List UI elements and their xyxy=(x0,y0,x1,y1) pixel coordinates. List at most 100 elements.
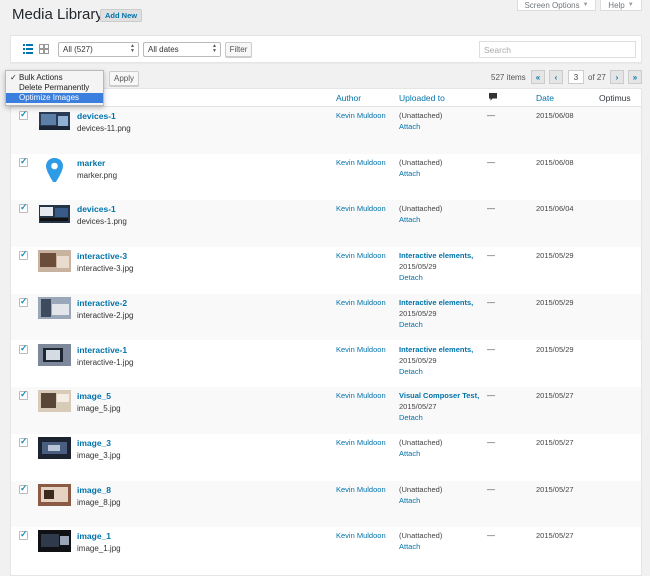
row-checkbox[interactable] xyxy=(19,529,28,541)
attach-link[interactable]: Attach xyxy=(399,215,420,224)
bulk-option-optimize-images[interactable]: Optimize Images xyxy=(6,93,103,103)
column-date[interactable]: Date xyxy=(536,93,554,103)
upload-date: 2015/05/29 xyxy=(536,297,574,307)
upload-date: 2015/06/08 xyxy=(536,157,574,167)
media-title-link[interactable]: marker xyxy=(77,158,105,168)
author-link[interactable]: Kevin Muldoon xyxy=(336,251,386,260)
thumbnail-image[interactable] xyxy=(38,203,71,225)
author-link[interactable]: Kevin Muldoon xyxy=(336,111,386,120)
grid-view-icon[interactable] xyxy=(39,44,49,54)
detach-link[interactable]: Detach xyxy=(399,413,423,422)
attach-link[interactable]: Attach xyxy=(399,542,420,551)
add-new-button[interactable]: Add New xyxy=(100,9,143,22)
marker-thumbnail-icon[interactable] xyxy=(38,154,71,182)
attach-link[interactable]: Attach xyxy=(399,449,420,458)
uploaded-to: (Unattached) xyxy=(399,157,443,167)
help-label: Help xyxy=(608,0,625,10)
author-link[interactable]: Kevin Muldoon xyxy=(336,391,386,400)
next-page-button[interactable]: › xyxy=(610,70,624,84)
uploaded-to: (Unattached) xyxy=(399,204,443,214)
comment-bubble-icon[interactable] xyxy=(489,93,497,101)
prev-page-button[interactable]: ‹ xyxy=(549,70,563,84)
row-checkbox[interactable] xyxy=(19,296,28,307)
bulk-option-bulk-actions[interactable]: ✓ Bulk Actions xyxy=(6,73,103,83)
column-uploaded-to[interactable]: Uploaded to xyxy=(399,93,445,103)
current-page-input[interactable]: 3 xyxy=(568,70,584,84)
author-link[interactable]: Kevin Muldoon xyxy=(336,345,386,354)
first-page-button[interactable]: « xyxy=(531,70,545,84)
row-checkbox[interactable] xyxy=(19,483,28,494)
row-checkbox[interactable] xyxy=(19,202,28,214)
media-title-link[interactable]: interactive-1 xyxy=(77,345,127,355)
items-count: 527 items xyxy=(491,73,526,82)
row-checkbox[interactable] xyxy=(19,249,28,261)
comment-count: — xyxy=(487,484,495,494)
author-link[interactable]: Kevin Muldoon xyxy=(336,158,386,167)
upload-date: 2015/06/04 xyxy=(536,204,574,214)
author-link[interactable]: Kevin Muldoon xyxy=(336,438,386,447)
media-type-select[interactable]: All (527) ▲ ▼ xyxy=(58,42,139,57)
screen-options-tab[interactable]: Screen Options ▼ xyxy=(517,0,596,11)
date-value: All dates xyxy=(148,45,179,54)
apply-button[interactable]: Apply xyxy=(109,71,139,86)
file-name: interactive-1.jpg xyxy=(77,357,134,367)
uploaded-date: 2015/05/27 xyxy=(399,402,437,412)
date-select[interactable]: All dates ▲ ▼ xyxy=(143,42,221,57)
upload-date: 2015/05/29 xyxy=(536,251,574,261)
media-toolbar: All (527) ▲ ▼ All dates ▲ ▼ Filter Search xyxy=(10,35,642,63)
row-checkbox[interactable] xyxy=(19,156,28,167)
row-checkbox[interactable] xyxy=(19,109,28,120)
thumbnail-image[interactable] xyxy=(38,390,71,413)
detach-link[interactable]: Detach xyxy=(399,320,423,329)
media-title-link[interactable]: interactive-3 xyxy=(77,251,127,261)
uploaded-date: 2015/05/29 xyxy=(399,262,437,272)
comment-count: — xyxy=(487,297,495,307)
search-input[interactable]: Search xyxy=(479,41,636,58)
filter-button[interactable]: Filter xyxy=(225,42,252,57)
author-link[interactable]: Kevin Muldoon xyxy=(336,531,386,540)
row-checkbox[interactable] xyxy=(19,436,28,447)
row-checkbox[interactable] xyxy=(19,343,28,354)
thumbnail-image[interactable] xyxy=(38,530,71,553)
row-checkbox[interactable] xyxy=(19,389,28,401)
detach-link[interactable]: Detach xyxy=(399,273,423,282)
list-view-icon[interactable] xyxy=(23,44,33,54)
table-row: interactive-1 interactive-1.jpg Kevin Mu… xyxy=(11,341,641,388)
uploaded-to[interactable]: Interactive elements, xyxy=(399,345,473,354)
media-title-link[interactable]: image_1 xyxy=(77,531,111,541)
media-title-link[interactable]: devices-1 xyxy=(77,111,116,121)
column-author[interactable]: Author xyxy=(336,93,361,103)
attach-link[interactable]: Attach xyxy=(399,122,420,131)
upload-date: 2015/05/27 xyxy=(536,437,574,447)
bulk-option-delete-permanently[interactable]: Delete Permanently xyxy=(6,83,103,93)
media-title-link[interactable]: image_8 xyxy=(77,485,111,495)
thumbnail-image[interactable] xyxy=(38,296,71,319)
thumbnail-image[interactable] xyxy=(38,250,71,273)
comment-count: — xyxy=(487,391,495,401)
comment-count: — xyxy=(487,157,495,167)
thumbnail-image[interactable] xyxy=(38,343,71,366)
uploaded-to[interactable]: Interactive elements, xyxy=(399,298,473,307)
attach-link[interactable]: Attach xyxy=(399,169,420,178)
comment-count: — xyxy=(487,111,495,120)
thumbnail-image[interactable] xyxy=(38,110,71,132)
thumbnail-image[interactable] xyxy=(38,483,71,506)
media-title-link[interactable]: image_3 xyxy=(77,438,111,448)
author-link[interactable]: Kevin Muldoon xyxy=(336,485,386,494)
chevron-down-icon: ▼ xyxy=(582,2,589,8)
last-page-button[interactable]: » xyxy=(628,70,642,84)
uploaded-to[interactable]: Interactive elements, xyxy=(399,251,473,260)
file-name: image_3.jpg xyxy=(77,450,121,460)
thumbnail-image[interactable] xyxy=(38,436,71,459)
uploaded-to[interactable]: Visual Composer Test, xyxy=(399,391,479,400)
author-link[interactable]: Kevin Muldoon xyxy=(336,298,386,307)
author-link[interactable]: Kevin Muldoon xyxy=(336,204,386,213)
detach-link[interactable]: Detach xyxy=(399,367,423,376)
attach-link[interactable]: Attach xyxy=(399,496,420,505)
bulk-actions-menu[interactable]: ✓ Bulk Actions Delete Permanently Optimi… xyxy=(5,70,104,106)
media-title-link[interactable]: interactive-2 xyxy=(77,298,127,308)
help-tab[interactable]: Help ▼ xyxy=(600,0,642,11)
media-title-link[interactable]: devices-1 xyxy=(77,204,116,214)
media-title-link[interactable]: image_5 xyxy=(77,391,111,401)
page-title: Media Library xyxy=(12,6,103,23)
